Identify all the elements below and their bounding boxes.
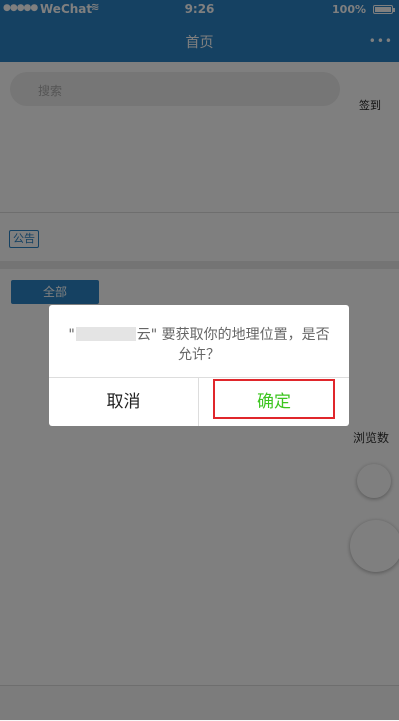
confirm-highlight-frame	[213, 379, 335, 419]
dialog-message-suffix: 云" 要获取你的地理位置，是否允许？	[136, 327, 330, 363]
redacted-app-name	[75, 327, 136, 341]
cancel-button[interactable]: 取消	[49, 378, 199, 426]
dialog-message-prefix: "	[68, 327, 75, 343]
dialog-message: " 云" 要获取你的地理位置，是否允许？	[49, 325, 349, 365]
